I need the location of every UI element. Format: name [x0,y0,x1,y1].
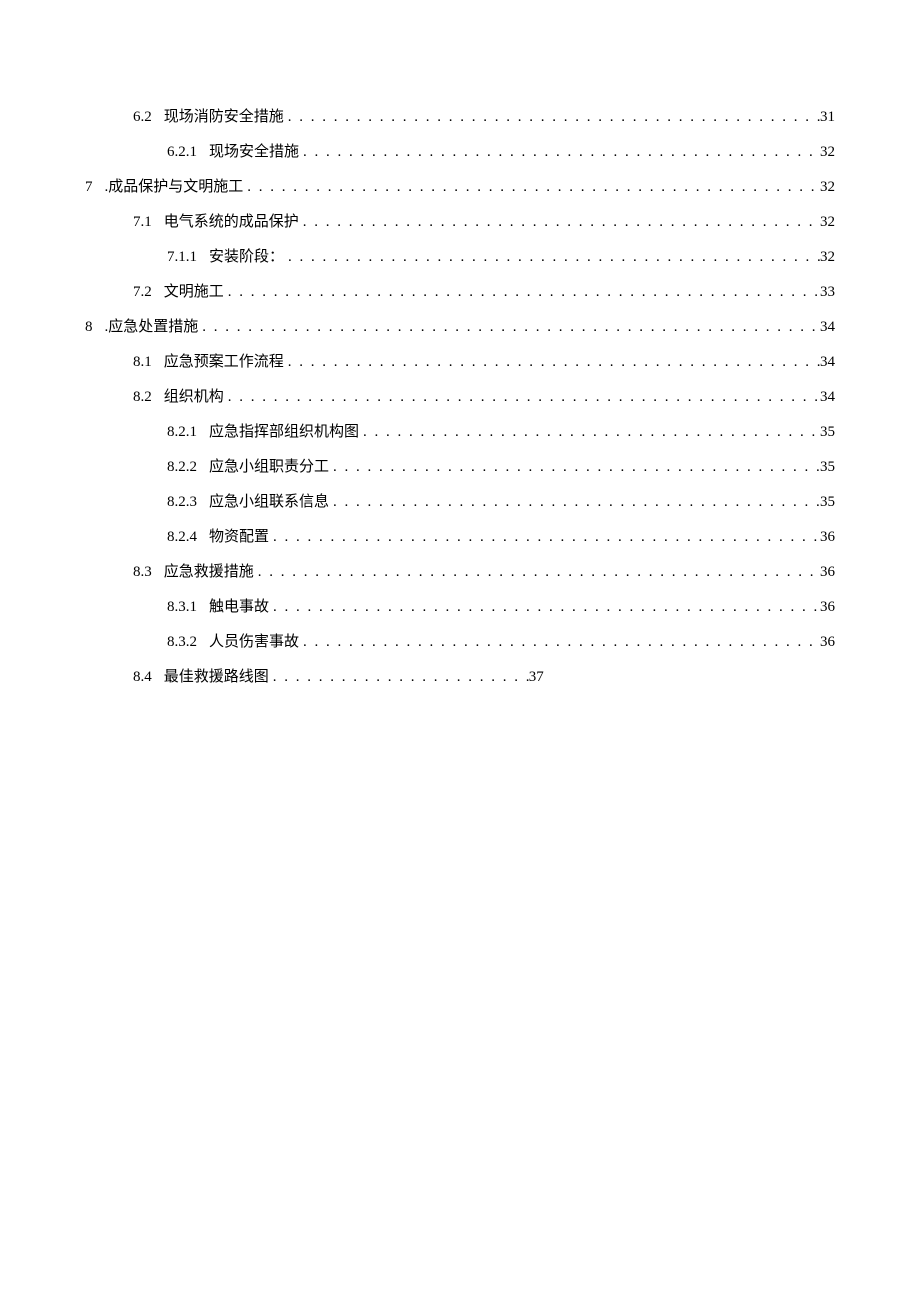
toc-entry: 8.3.2 人员伤害事故. . . . . . . . . . . . . . .… [85,630,835,654]
toc-title: 人员伤害事故 [209,630,299,654]
toc-page-number: 34 [820,385,835,409]
toc-title: 现场消防安全措施 [164,105,284,129]
toc-title: 应急小组联系信息 [209,490,329,514]
toc-entry: 6.2 现场消防安全措施. . . . . . . . . . . . . . .… [85,105,835,129]
toc-number: 8.2.2 [167,455,197,479]
toc-page-number: 34 [820,315,835,339]
toc-entry: 8.2 组织机构. . . . . . . . . . . . . . . . .… [85,385,835,409]
toc-leader-dots: . . . . . . . . . . . . . . . . . . . . … [284,105,820,129]
toc-entry: 8.3.1 触电事故. . . . . . . . . . . . . . . .… [85,595,835,619]
toc-title: 安装阶段： [209,245,284,269]
toc-title: 应急预案工作流程 [164,350,284,374]
toc-leader-dots: . . . . . . . . . . . . . . . . . . . . … [299,210,820,234]
toc-entry: 7 .成品保护与文明施工. . . . . . . . . . . . . . .… [85,175,835,199]
toc-entry: 8.2.4 物资配置. . . . . . . . . . . . . . . .… [85,525,835,549]
toc-page-number: 33 [820,280,835,304]
toc-leader-dots: . . . . . . . . . . . . . . . . . . . . … [269,665,529,689]
toc-page-number: 31 [820,105,835,129]
toc-title: 现场安全措施 [209,140,299,164]
toc-leader-dots: . . . . . . . . . . . . . . . . . . . . … [329,455,820,479]
toc-title: 应急小组职责分工 [209,455,329,479]
toc-page-number: 36 [820,595,835,619]
toc-title: 触电事故 [209,595,269,619]
toc-number: 8.3.1 [167,595,197,619]
toc-title: .应急处置措施 [105,315,199,339]
toc-title: 电气系统的成品保护 [164,210,299,234]
toc-number: 8 [85,315,93,339]
toc-number: 7 [85,175,93,199]
toc-number: 7.1 [133,210,152,234]
toc-page-number: 35 [820,420,835,444]
toc-entry: 7.1 电气系统的成品保护. . . . . . . . . . . . . . … [85,210,835,234]
toc-leader-dots: . . . . . . . . . . . . . . . . . . . . … [224,385,820,409]
toc-title: 应急指挥部组织机构图 [209,420,359,444]
toc-leader-dots: . . . . . . . . . . . . . . . . . . . . … [284,350,820,374]
toc-leader-dots: . . . . . . . . . . . . . . . . . . . . … [329,490,820,514]
toc-page-number: 32 [820,140,835,164]
toc-number: 8.3 [133,560,152,584]
toc-number: 7.2 [133,280,152,304]
toc-title: 文明施工 [164,280,224,304]
toc-page-number: 32 [820,210,835,234]
toc-leader-dots: . . . . . . . . . . . . . . . . . . . . … [269,525,820,549]
toc-leader-dots: . . . . . . . . . . . . . . . . . . . . … [299,140,820,164]
toc-number: 8.4 [133,665,152,689]
toc-entry: 8 .应急处置措施. . . . . . . . . . . . . . . . … [85,315,835,339]
toc-leader-dots: . . . . . . . . . . . . . . . . . . . . … [198,315,820,339]
toc-entry: 8.2.2 应急小组职责分工. . . . . . . . . . . . . .… [85,455,835,479]
toc-title: .成品保护与文明施工 [105,175,244,199]
toc-entry: 8.1 应急预案工作流程. . . . . . . . . . . . . . .… [85,350,835,374]
toc-title: 应急救援措施 [164,560,254,584]
toc-number: 8.1 [133,350,152,374]
toc-entry: 8.2.3 应急小组联系信息. . . . . . . . . . . . . .… [85,490,835,514]
toc-title: 物资配置 [209,525,269,549]
toc-title: 组织机构 [164,385,224,409]
toc-page-number: 36 [820,525,835,549]
toc-entry: 7.2 文明施工. . . . . . . . . . . . . . . . .… [85,280,835,304]
toc-number: 8.2 [133,385,152,409]
toc-leader-dots: . . . . . . . . . . . . . . . . . . . . … [254,560,820,584]
toc-entry: 8.3 应急救援措施. . . . . . . . . . . . . . . .… [85,560,835,584]
toc-page-number: 36 [820,630,835,654]
toc-leader-dots: . . . . . . . . . . . . . . . . . . . . … [299,630,820,654]
toc-page-number: 37 [529,665,544,689]
toc-leader-dots: . . . . . . . . . . . . . . . . . . . . … [359,420,820,444]
toc-page-number: 34 [820,350,835,374]
toc-entry: 7.1.1 安装阶段：. . . . . . . . . . . . . . . … [85,245,835,269]
toc-page-number: 35 [820,490,835,514]
toc-number: 6.2.1 [167,140,197,164]
toc-number: 8.2.1 [167,420,197,444]
toc-leader-dots: . . . . . . . . . . . . . . . . . . . . … [284,245,820,269]
toc-number: 7.1.1 [167,245,197,269]
toc-number: 8.3.2 [167,630,197,654]
toc-number: 8.2.3 [167,490,197,514]
toc-page-number: 35 [820,455,835,479]
toc-entry: 8.4 最佳救援路线图. . . . . . . . . . . . . . . … [85,665,835,689]
toc-leader-dots: . . . . . . . . . . . . . . . . . . . . … [224,280,820,304]
toc-leader-dots: . . . . . . . . . . . . . . . . . . . . … [243,175,820,199]
toc-title: 最佳救援路线图 [164,665,269,689]
toc-page-number: 36 [820,560,835,584]
toc-page-number: 32 [820,175,835,199]
table-of-contents: 6.2现场消防安全措施. . . . . . . . . . . . . . .… [85,105,835,689]
toc-entry: 8.2.1 应急指挥部组织机构图. . . . . . . . . . . . .… [85,420,835,444]
toc-number: 8.2.4 [167,525,197,549]
toc-page-number: 32 [820,245,835,269]
toc-leader-dots: . . . . . . . . . . . . . . . . . . . . … [269,595,820,619]
toc-entry: 6.2.1 现场安全措施. . . . . . . . . . . . . . .… [85,140,835,164]
toc-number: 6.2 [133,105,152,129]
